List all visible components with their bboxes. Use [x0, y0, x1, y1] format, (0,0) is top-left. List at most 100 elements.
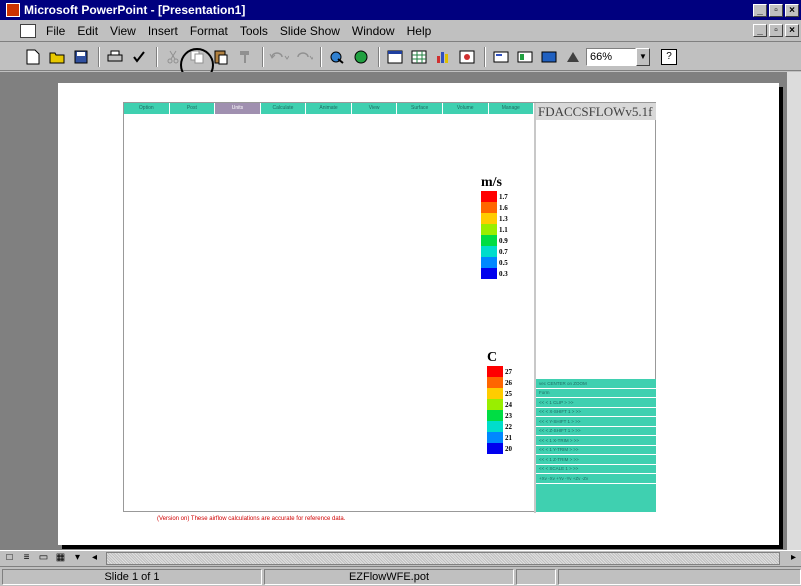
grayscale-icon[interactable]	[562, 46, 584, 68]
velocity-label: 0.9	[499, 236, 508, 245]
temperature-label: 24	[505, 400, 512, 409]
scroll-right-icon[interactable]: ▸	[786, 552, 801, 565]
panel-row: << < 1 CLIP > >>	[536, 398, 656, 408]
temperature-label: 26	[505, 378, 512, 387]
velocity-legend-row: 0.3	[481, 268, 508, 279]
insert-clipart-icon[interactable]	[456, 46, 478, 68]
temperature-legend-row: 24	[487, 399, 512, 410]
menu-view[interactable]: View	[104, 24, 142, 38]
web-toolbar-icon[interactable]	[350, 46, 372, 68]
powerpoint-app-icon[interactable]	[6, 3, 20, 17]
temperature-label: 21	[505, 433, 512, 442]
status-blank	[558, 568, 801, 585]
zoom-dropdown-icon[interactable]: ▼	[636, 47, 650, 66]
standard-toolbar: 66% ▼ ?	[0, 43, 801, 71]
menu-insert[interactable]: Insert	[142, 24, 184, 38]
velocity-legend-row: 0.9	[481, 235, 508, 246]
embedded-screenshot[interactable]: Option Post Units Calculate Animate View…	[123, 102, 656, 513]
vertical-scrollbar[interactable]	[786, 72, 801, 550]
hyperlink-icon[interactable]	[326, 46, 348, 68]
insert-chart-icon[interactable]	[432, 46, 454, 68]
save-icon[interactable]	[70, 46, 92, 68]
slide-show-icon[interactable]: ▾	[70, 552, 85, 565]
menu-file[interactable]: File	[40, 24, 71, 38]
menu-slide-show[interactable]: Slide Show	[274, 24, 346, 38]
velocity-label: 0.3	[499, 269, 508, 278]
panel-row: Form	[536, 389, 656, 398]
document-icon[interactable]	[20, 23, 36, 38]
velocity-swatch	[481, 213, 497, 224]
status-design-template: EZFlowWFE.pot	[264, 568, 514, 585]
velocity-swatch	[481, 235, 497, 246]
horizontal-scrollbar[interactable]	[106, 552, 780, 565]
doc-close-button[interactable]: ×	[785, 24, 799, 37]
embedded-tab: Volume	[443, 103, 489, 114]
format-painter-icon[interactable]	[234, 46, 256, 68]
spelling-icon[interactable]	[128, 46, 150, 68]
temperature-label: 27	[505, 367, 512, 376]
new-slide-icon[interactable]	[490, 46, 512, 68]
powerpoint-window: Microsoft PowerPoint - [Presentation1] _…	[0, 0, 801, 586]
velocity-unit: m/s	[481, 175, 502, 190]
menu-bar: File Edit View Insert Format Tools Slide…	[0, 20, 801, 42]
temperature-legend-row: 23	[487, 410, 512, 421]
undo-icon[interactable]	[268, 46, 290, 68]
panel-row: << < SCALE 1 > >>	[536, 465, 656, 474]
velocity-label: 0.5	[499, 258, 508, 267]
temperature-legend-row: 26	[487, 377, 512, 388]
temperature-swatch	[487, 421, 503, 432]
restore-button[interactable]: ▫	[769, 3, 783, 17]
embedded-control-panel: vec CENTER on ZOOM Form << < 1 CLIP > >> <<…	[536, 379, 656, 512]
normal-view-icon[interactable]: □	[2, 552, 17, 565]
slide-sorter-icon[interactable]: ▦	[53, 552, 68, 565]
velocity-legend-row: 0.7	[481, 246, 508, 257]
minimize-button[interactable]: _	[753, 3, 767, 17]
new-icon[interactable]	[22, 46, 44, 68]
menu-window[interactable]: Window	[346, 24, 401, 38]
print-icon[interactable]	[104, 46, 126, 68]
embedded-tab: Manage	[489, 103, 535, 114]
insert-word-table-icon[interactable]	[384, 46, 406, 68]
embedded-tab: Animate	[306, 103, 352, 114]
temperature-legend: C 27 26 25 24 23 22 21 20	[487, 350, 512, 454]
doc-minimize-button[interactable]: _	[753, 24, 767, 37]
menu-edit[interactable]: Edit	[71, 24, 104, 38]
velocity-label: 1.6	[499, 203, 508, 212]
menu-format[interactable]: Format	[184, 24, 234, 38]
title-bar: Microsoft PowerPoint - [Presentation1] _…	[0, 0, 801, 20]
insert-excel-icon[interactable]	[408, 46, 430, 68]
outline-view-icon[interactable]: ≡	[19, 552, 34, 565]
velocity-legend-row: 0.5	[481, 257, 508, 268]
slide-layout-icon[interactable]	[514, 46, 536, 68]
embedded-tab-active: Units	[215, 103, 261, 114]
menu-help[interactable]: Help	[401, 24, 438, 38]
embedded-app-title: FDACCSFLOWv5.1f	[536, 103, 656, 120]
panel-row: << < 1 Z-TRIM > >>	[536, 455, 656, 465]
temperature-legend-row: 25	[487, 388, 512, 399]
zoom-field[interactable]: 66%	[586, 47, 636, 66]
embedded-tab-bar: Option Post Units Calculate Animate View…	[124, 103, 535, 114]
panel-row: << < 1 Y-TRIM > >>	[536, 446, 656, 455]
redo-icon[interactable]	[292, 46, 314, 68]
temperature-swatch	[487, 388, 503, 399]
temperature-label: 23	[505, 411, 512, 420]
velocity-legend-row: 1.7	[481, 191, 508, 202]
scroll-left-icon[interactable]: ◂	[87, 552, 102, 565]
temperature-legend-row: 21	[487, 432, 512, 443]
temperature-swatch	[487, 366, 503, 377]
status-bar: Slide 1 of 1 EZFlowWFE.pot	[0, 566, 801, 586]
temperature-swatch	[487, 443, 503, 454]
help-button[interactable]: ?	[658, 46, 680, 68]
velocity-legend-row: 1.1	[481, 224, 508, 235]
temperature-swatch	[487, 410, 503, 421]
menu-tools[interactable]: Tools	[234, 24, 274, 38]
velocity-swatch	[481, 257, 497, 268]
slide-view-icon[interactable]: ▭	[36, 552, 51, 565]
open-icon[interactable]	[46, 46, 68, 68]
doc-restore-button[interactable]: ▫	[769, 24, 783, 37]
apply-design-icon[interactable]	[538, 46, 560, 68]
panel-row: << < X-SHIFT 1 > >>	[536, 408, 656, 417]
close-button[interactable]: ×	[785, 3, 799, 17]
temperature-legend-row: 27	[487, 366, 512, 377]
velocity-legend: m/s 1.7 1.6 1.3 1.1 0.9 0.7 0.5 0.3	[481, 175, 508, 279]
